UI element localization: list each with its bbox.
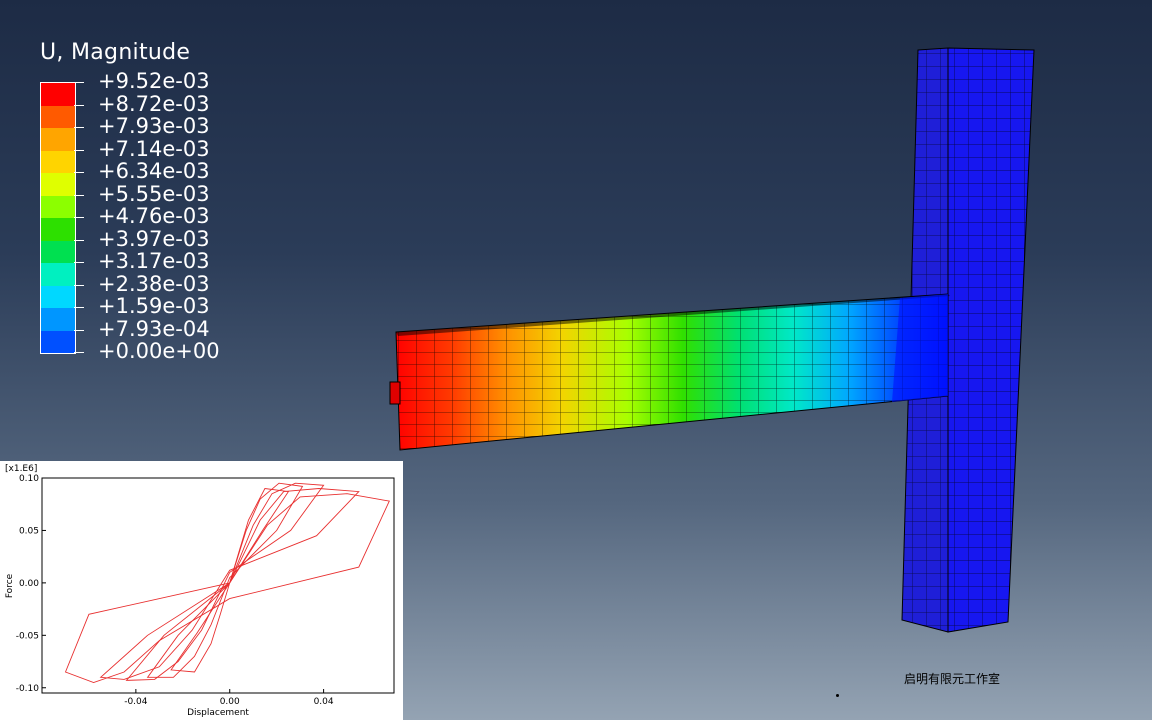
x-tick-label: 0.04 [314, 697, 334, 707]
legend-swatch [41, 308, 75, 331]
legend-tick [74, 329, 84, 331]
legend-swatch [41, 330, 75, 353]
x-tick-label: 0.00 [220, 697, 240, 707]
legend-tick [74, 239, 84, 241]
legend-tick [74, 149, 84, 151]
legend-tick [74, 194, 84, 196]
legend-swatch [41, 195, 75, 218]
legend-tick [74, 82, 84, 83]
legend-value: +8.72e-03 [98, 91, 210, 116]
y-axis-ticks: 0.10 0.05 0.00 -0.05 -0.10 [16, 474, 46, 694]
legend-tick [74, 217, 84, 218]
legend-swatch [41, 83, 75, 106]
fe-model-viewport [389, 47, 1035, 633]
watermark-text: 启明有限元工作室 [904, 672, 1001, 686]
hysteresis-loop-2 [146, 482, 304, 678]
legend-value: +7.14e-03 [98, 136, 210, 161]
hysteresis-curves [64, 482, 390, 683]
y-tick-label: -0.10 [16, 684, 40, 694]
legend-value: +2.38e-03 [98, 271, 210, 296]
legend-swatch [41, 285, 75, 308]
legend-swatch [41, 240, 75, 263]
x-axis-ticks: -0.04 0.00 0.04 [124, 689, 334, 707]
legend-tick [74, 307, 84, 308]
legend-color-bar [40, 82, 76, 354]
beam [389, 293, 950, 451]
legend-tick [74, 284, 84, 286]
hysteresis-loop-5 [64, 493, 390, 683]
legend-value: +5.55e-03 [98, 181, 210, 206]
legend-value: +9.52e-03 [98, 69, 210, 93]
legend-swatch [41, 263, 75, 286]
hysteresis-loop-3 [125, 482, 325, 681]
legend-swatch [41, 150, 75, 173]
legend-swatch [41, 105, 75, 128]
legend-tick [74, 352, 84, 353]
legend-value: +1.59e-03 [98, 294, 210, 318]
legend-swatch [41, 218, 75, 241]
decorative-dot [836, 694, 839, 697]
y-tick-label: 0.00 [19, 579, 39, 589]
y-tick-label: -0.05 [16, 631, 39, 641]
y-tick-label: 0.05 [19, 526, 39, 536]
legend-title: U, Magnitude [40, 40, 191, 65]
legend-value: +3.97e-03 [98, 226, 210, 251]
legend-value: +3.17e-03 [98, 249, 210, 273]
y-axis-label: Force [5, 573, 15, 598]
x-axis-label: Displacement [187, 708, 249, 718]
force-displacement-plot: [x1.E6] 0.10 0.05 0.00 -0.05 -0.10 -0.04 0.00… [0, 461, 403, 720]
legend-swatch [41, 173, 75, 196]
y-tick-label: 0.10 [19, 474, 39, 484]
legend-tick [74, 127, 84, 128]
legend-swatch [41, 128, 75, 151]
legend-value: +6.34e-03 [98, 159, 210, 183]
legend-tick [74, 104, 84, 106]
hysteresis-loop-1 [170, 488, 290, 673]
x-tick-label: -0.04 [124, 697, 148, 707]
scale-label: [x1.E6] [5, 464, 37, 474]
legend-tick [74, 172, 84, 173]
legend-tick [74, 262, 84, 263]
legend-value: +7.93e-04 [98, 316, 210, 341]
legend-value: +7.93e-03 [98, 114, 210, 138]
legend-value: +0.00e+00 [98, 339, 220, 363]
legend-value: +4.76e-03 [98, 204, 210, 228]
